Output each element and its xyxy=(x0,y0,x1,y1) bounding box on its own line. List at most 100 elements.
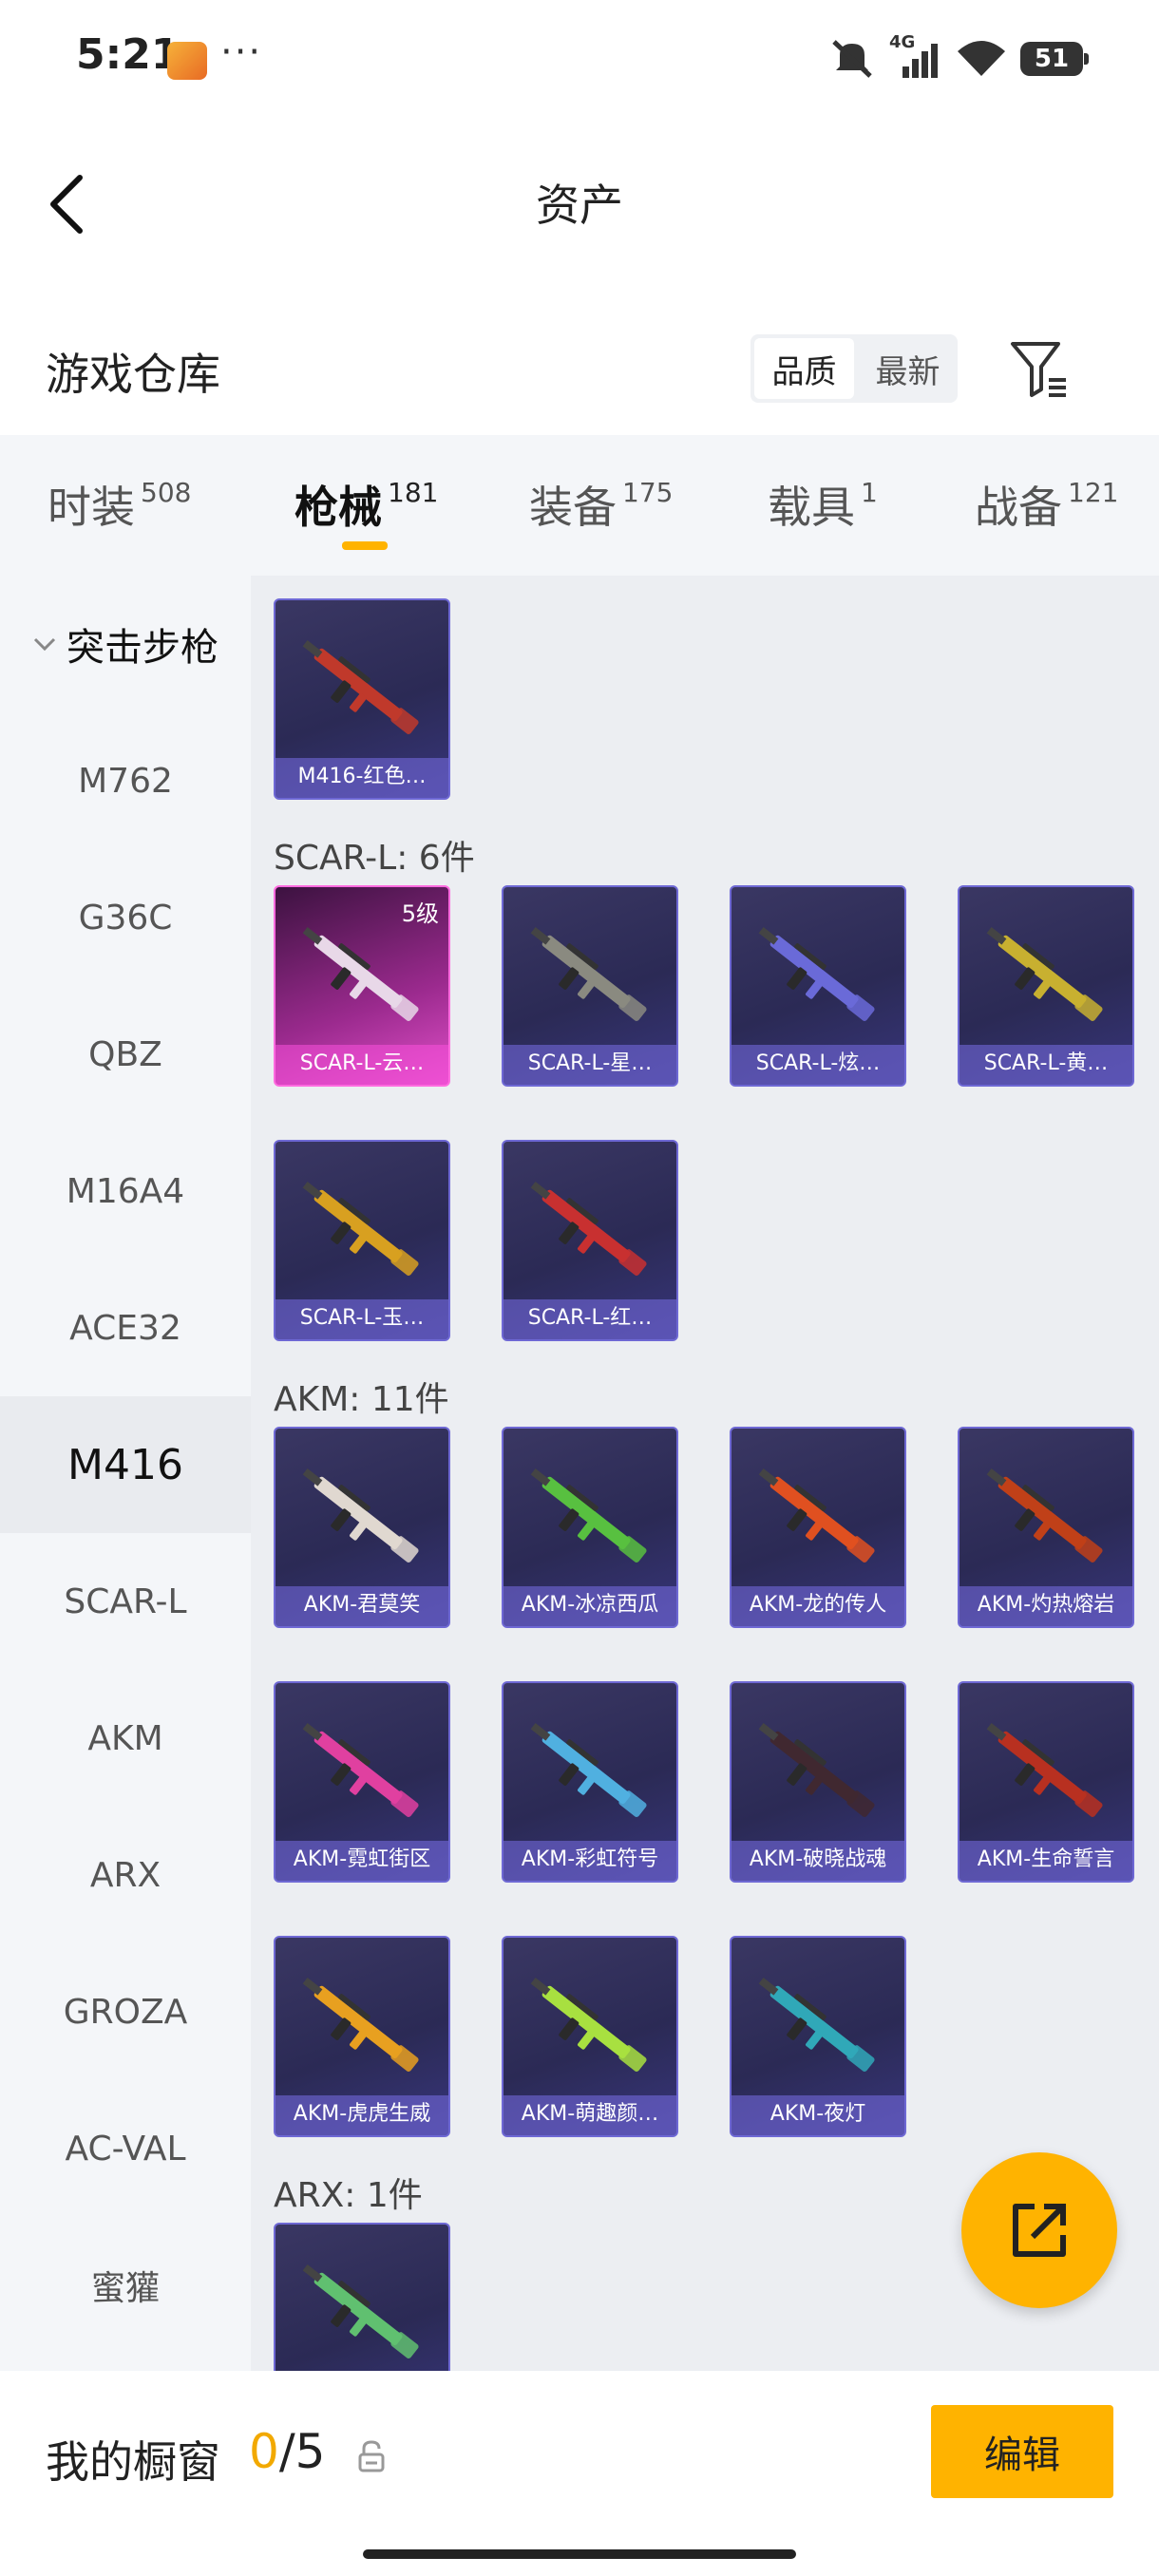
weapon-skin-card[interactable]: AKM-霓虹街区 xyxy=(274,1681,450,1883)
warehouse-title: 游戏仓库 xyxy=(46,349,220,400)
chevron-down-icon xyxy=(33,637,56,652)
weapon-skin-card[interactable]: AKM-龙的传人 xyxy=(730,1427,906,1628)
sidebar-item[interactable]: 蜜獾 xyxy=(0,2217,251,2354)
tab-label: 载具 xyxy=(768,482,855,533)
weapon-skin-card[interactable]: AKM-夜灯 xyxy=(730,1936,906,2137)
weapon-skin-card[interactable]: AKM-冰凉西瓜 xyxy=(502,1427,678,1628)
battery-icon: 51 xyxy=(1020,42,1089,76)
tab-costume[interactable]: 时装 508 xyxy=(48,473,191,536)
sidebar-item[interactable]: ARX xyxy=(0,1807,251,1943)
weapon-skin-name: AKM-龙的传人 xyxy=(732,1586,904,1626)
edit-button[interactable]: 编辑 xyxy=(931,2405,1113,2498)
weapon-skin-name: AKM-霓虹街区 xyxy=(276,1841,448,1881)
weapon-skin-card[interactable]: AKM-破晓战魂 xyxy=(730,1681,906,1883)
share-fab-button[interactable] xyxy=(961,2152,1117,2308)
sort-quality-button[interactable]: 品质 xyxy=(754,338,854,399)
weapon-skin-card[interactable]: AKM-彩虹符号 xyxy=(502,1681,678,1883)
weapon-skin-card[interactable]: AKM-萌趣颜… xyxy=(502,1936,678,2137)
weapon-skin-card[interactable]: AKM-灼热熔岩 xyxy=(958,1427,1134,1628)
status-bar: 5:21 ··· 4G 51 xyxy=(0,0,1159,114)
weapon-skin-name: SCAR-L-云… xyxy=(276,1045,448,1085)
tab-label: 装备 xyxy=(529,482,617,533)
sort-newest-button[interactable]: 最新 xyxy=(858,338,958,399)
weapon-skin-card[interactable]: SCAR-L-黄… xyxy=(958,885,1134,1087)
tab-label: 时装 xyxy=(48,482,135,533)
weapon-skin-card[interactable]: SCAR-L-星… xyxy=(502,885,678,1087)
showcase-label: 我的橱窗 xyxy=(46,2436,220,2488)
rifle-icon xyxy=(302,2264,419,2358)
rifle-icon xyxy=(530,1723,647,1817)
category-tabs: 时装 508 枪械 181 装备 175 载具 1 战备 121 xyxy=(0,435,1159,576)
sidebar-item[interactable]: M416 xyxy=(0,1396,251,1533)
sidebar-item[interactable]: GROZA xyxy=(0,1943,251,2080)
tab-count: 175 xyxy=(622,477,674,508)
weapon-skin-card[interactable]: AKM-虎虎生威 xyxy=(274,1936,450,2137)
mute-icon xyxy=(832,40,872,78)
weapon-skin-name: AKM-君莫笑 xyxy=(276,1586,448,1626)
rifle-icon xyxy=(530,1468,647,1563)
tab-label: 枪械 xyxy=(294,482,382,533)
app-notification-icon xyxy=(167,42,207,80)
more-notifications-icon: ··· xyxy=(220,30,263,74)
sort-toggle: 品质 最新 xyxy=(750,334,958,403)
tab-count: 508 xyxy=(141,477,192,508)
weapon-skin-card[interactable]: M416-红色… xyxy=(274,598,450,800)
rifle-icon xyxy=(302,640,419,734)
weapon-skin-card[interactable]: SCAR-L-红… xyxy=(502,1140,678,1341)
weapon-skin-name: SCAR-L-黄… xyxy=(960,1045,1132,1085)
home-indicator xyxy=(363,2549,796,2559)
tab-count: 121 xyxy=(1068,477,1119,508)
lock-icon xyxy=(358,2440,385,2472)
weapon-group-heading: AKM: 11件 xyxy=(274,1380,449,1419)
skin-level-badge: 5级 xyxy=(401,900,439,927)
sidebar-item[interactable]: AC-VAL xyxy=(0,2080,251,2217)
rifle-icon xyxy=(530,1182,647,1276)
sidebar-item[interactable]: M16A4 xyxy=(0,1123,251,1260)
rifle-icon xyxy=(302,1978,419,2072)
weapon-skin-card[interactable]: 5级 SCAR-L-云… xyxy=(274,885,450,1087)
weapon-skin-name: SCAR-L-玉… xyxy=(276,1299,448,1339)
weapon-skin-name: AKM-萌趣颜… xyxy=(504,2095,676,2135)
tab-equipment[interactable]: 装备 175 xyxy=(529,473,673,536)
tab-count: 1 xyxy=(861,477,878,508)
status-time: 5:21 xyxy=(76,30,180,79)
weapon-skin-card[interactable]: SCAR-L-玉… xyxy=(274,1140,450,1341)
rifle-icon xyxy=(986,927,1103,1021)
rifle-icon xyxy=(758,1468,875,1563)
sidebar-item[interactable]: G36C xyxy=(0,849,251,986)
weapon-skin-name: SCAR-L-星… xyxy=(504,1045,676,1085)
rifle-icon xyxy=(302,1182,419,1276)
rifle-icon xyxy=(530,1978,647,2072)
tab-vehicles[interactable]: 载具 1 xyxy=(768,473,878,536)
showcase-total: /5 xyxy=(278,2424,326,2479)
weapon-group-heading: SCAR-L: 6件 xyxy=(274,839,475,878)
filter-button[interactable] xyxy=(1007,336,1074,403)
weapon-skin-card[interactable]: SCAR-L-炫… xyxy=(730,885,906,1087)
sidebar-item[interactable]: ACE32 xyxy=(0,1260,251,1396)
weapon-skin-card[interactable]: ARX-… xyxy=(274,2223,450,2371)
weapon-skin-card[interactable]: AKM-君莫笑 xyxy=(274,1427,450,1628)
filter-icon xyxy=(1011,342,1066,397)
weapon-skin-name: AKM-生命誓言 xyxy=(960,1841,1132,1881)
sidebar-category-assault-rifles[interactable]: 突击步枪 xyxy=(0,576,251,712)
tab-battle-gear[interactable]: 战备 121 xyxy=(975,473,1118,536)
tab-label: 战备 xyxy=(975,482,1062,533)
weapon-skin-name: AKM-夜灯 xyxy=(732,2095,904,2135)
rifle-icon xyxy=(986,1468,1103,1563)
sidebar-item[interactable]: SCAR-L xyxy=(0,1533,251,1670)
active-tab-indicator xyxy=(342,541,388,550)
rifle-icon xyxy=(758,1978,875,2072)
weapon-type-sidebar: 突击步枪 M762 G36C QBZ M16A4 ACE32 M416 SCAR-L AKM A… xyxy=(0,576,251,2371)
weapon-skin-name: AKM-灼热熔岩 xyxy=(960,1586,1132,1626)
rifle-icon xyxy=(302,1723,419,1817)
sidebar-item[interactable]: AKM xyxy=(0,1670,251,1807)
share-export-icon xyxy=(1013,2204,1066,2257)
rifle-icon xyxy=(530,927,647,1021)
rifle-icon xyxy=(986,1723,1103,1817)
sidebar-item[interactable]: M762 xyxy=(0,712,251,849)
sidebar-item[interactable]: QBZ xyxy=(0,986,251,1123)
tab-firearms[interactable]: 枪械 181 xyxy=(294,473,438,536)
wifi-icon xyxy=(958,41,1005,76)
weapon-skin-name: M416-红色… xyxy=(276,758,448,798)
weapon-skin-card[interactable]: AKM-生命誓言 xyxy=(958,1681,1134,1883)
